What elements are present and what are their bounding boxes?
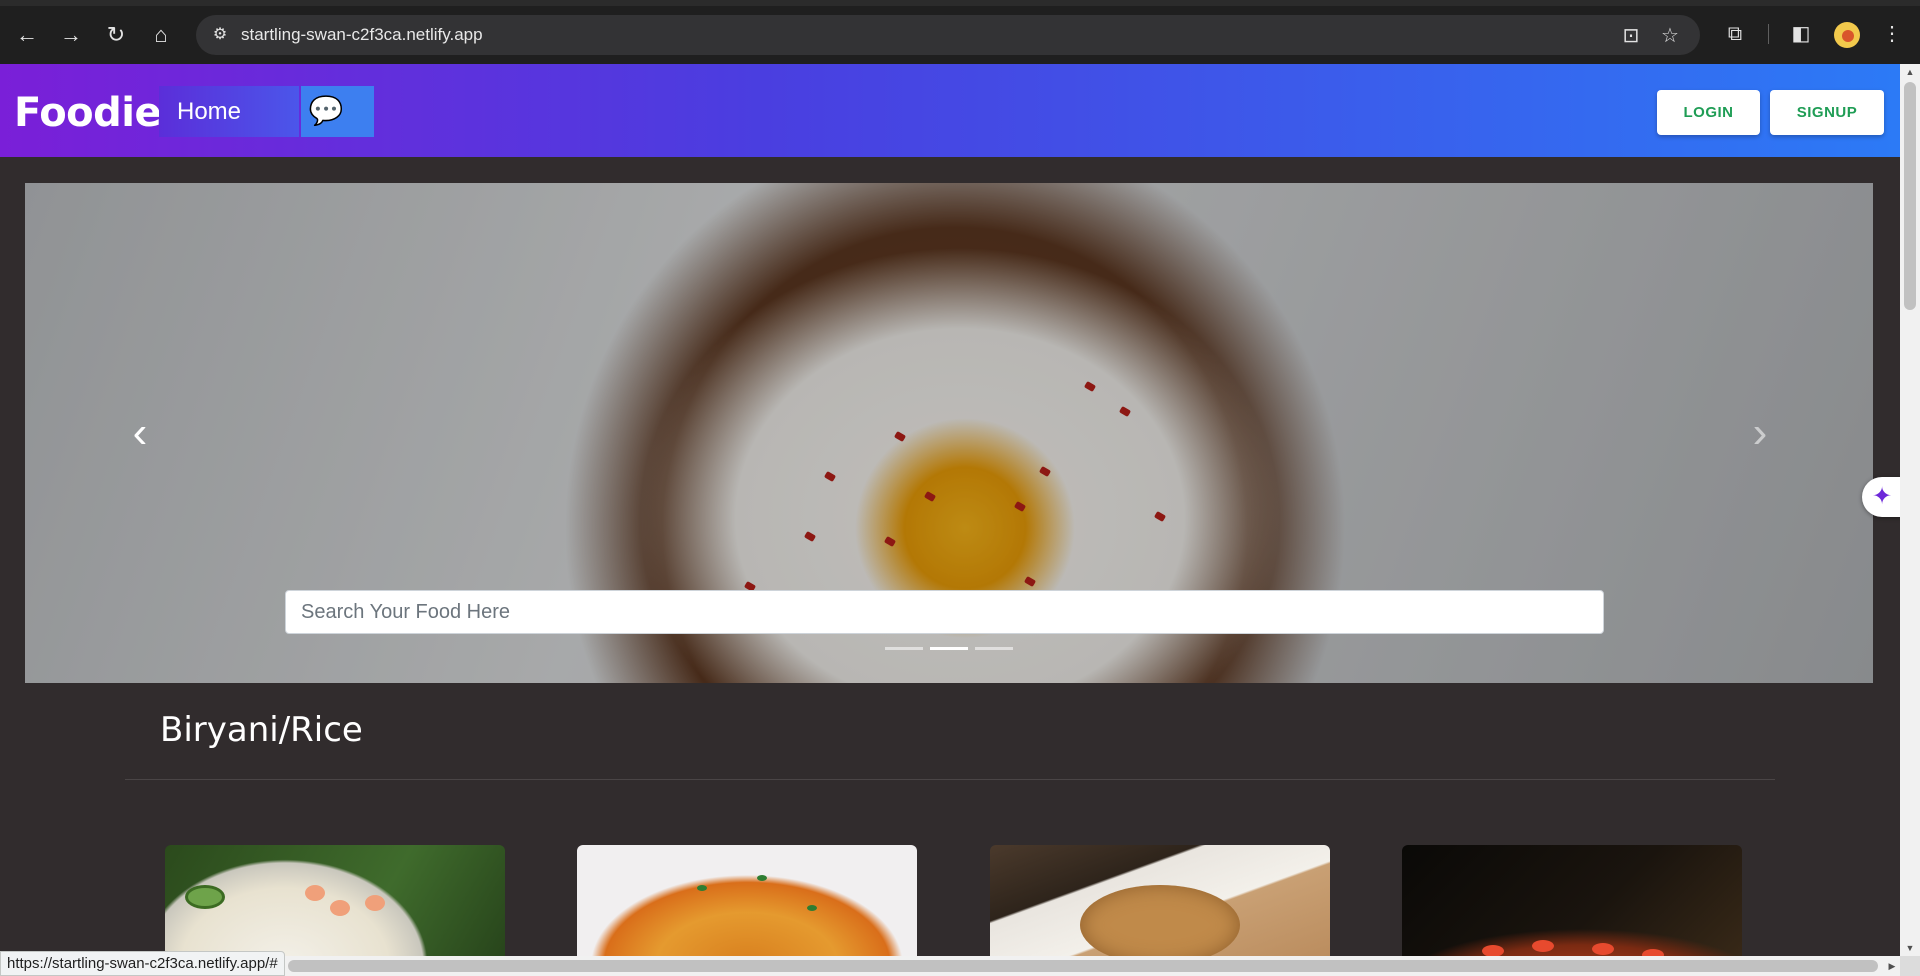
bookmark-star-icon[interactable]: ☆: [1657, 23, 1683, 49]
side-panel-icon[interactable]: ◧: [1786, 19, 1816, 49]
signup-button[interactable]: SIGNUP: [1770, 90, 1884, 135]
home-icon[interactable]: ⌂: [145, 19, 177, 51]
toolbar-divider: [1768, 24, 1769, 44]
brand-logo[interactable]: Foodie: [14, 90, 162, 136]
address-bar[interactable]: ⚙ startling-swan-c2f3ca.netlify.app ⊡ ☆: [196, 15, 1700, 55]
nav-chat-link[interactable]: 💬: [301, 86, 374, 137]
hero-carousel: ‹ ›: [25, 183, 1873, 683]
profile-avatar[interactable]: [1834, 22, 1860, 48]
tab-strip: [0, 0, 1920, 6]
reload-icon[interactable]: ↻: [100, 19, 132, 51]
address-url[interactable]: startling-swan-c2f3ca.netlify.app: [241, 25, 483, 45]
more-menu-icon[interactable]: ⋮: [1877, 19, 1907, 49]
vertical-scroll-thumb[interactable]: [1904, 82, 1916, 310]
section-divider: [125, 779, 1775, 780]
back-icon[interactable]: ←: [11, 19, 43, 51]
horizontal-scrollbar[interactable]: ▶: [0, 956, 1900, 976]
nav-home-label: Home: [177, 98, 242, 125]
scroll-down-icon[interactable]: ▼: [1900, 940, 1920, 956]
vertical-scrollbar[interactable]: ▲ ▼: [1900, 64, 1920, 956]
carousel-indicator-3[interactable]: [975, 647, 1013, 650]
carousel-indicator-1[interactable]: [885, 647, 923, 650]
food-search-field[interactable]: [285, 590, 1604, 634]
login-button[interactable]: LOGIN: [1657, 90, 1760, 135]
horizontal-scroll-thumb[interactable]: [288, 960, 1878, 972]
carousel-next-icon[interactable]: ›: [1735, 408, 1785, 458]
gemini-sparkle-icon[interactable]: ✦: [1862, 477, 1902, 517]
nav-home-link[interactable]: Home: [159, 86, 299, 137]
scrollbar-corner: [1900, 956, 1920, 976]
carousel-indicator-2[interactable]: [930, 647, 968, 650]
carousel-indicators: [885, 647, 1015, 651]
extensions-icon[interactable]: ⧉: [1720, 19, 1750, 49]
carousel-prev-icon[interactable]: ‹: [115, 408, 165, 458]
site-info-icon[interactable]: ⚙: [208, 23, 232, 47]
status-bar-url: https://startling-swan-c2f3ca.netlify.ap…: [0, 951, 285, 976]
browser-toolbar: ← → ↻ ⌂ ⚙ startling-swan-c2f3ca.netlify.…: [0, 0, 1920, 64]
install-app-icon[interactable]: ⊡: [1618, 23, 1644, 49]
scroll-up-icon[interactable]: ▲: [1900, 64, 1920, 80]
scroll-right-icon[interactable]: ▶: [1884, 956, 1900, 976]
section-title: Biryani/Rice: [160, 710, 363, 750]
site-navbar: Foodie Home 💬 LOGIN SIGNUP: [0, 64, 1900, 157]
forward-icon[interactable]: →: [55, 19, 87, 51]
page-viewport: Foodie Home 💬 LOGIN SIGNUP ‹ ›: [0, 64, 1900, 956]
food-search-input[interactable]: [286, 591, 1603, 633]
chat-bubbles-icon: 💬: [308, 95, 344, 126]
